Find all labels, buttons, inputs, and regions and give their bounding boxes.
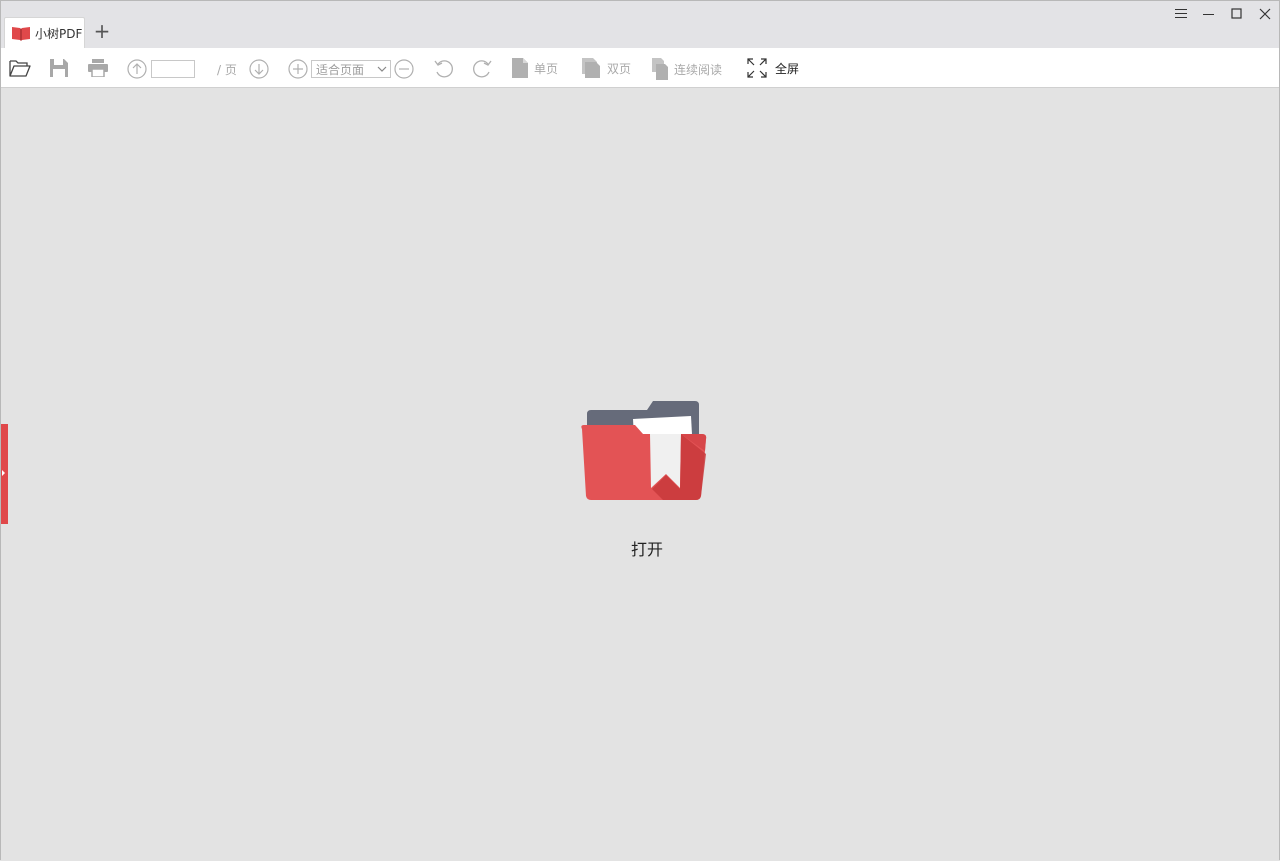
fullscreen-button[interactable]: 全屏 <box>747 58 799 78</box>
zoom-in-icon <box>288 59 308 79</box>
continuous-read-label: 连续阅读 <box>674 62 723 77</box>
arrow-up-circle-icon <box>127 59 147 79</box>
chevron-right-icon <box>2 470 5 476</box>
continuous-pages-icon <box>652 58 668 80</box>
double-page-button[interactable]: 双页 <box>581 58 631 78</box>
zoom-in-button[interactable] <box>288 59 308 79</box>
folder-bookmark-icon <box>581 401 707 500</box>
minimize-button[interactable] <box>1195 1 1223 27</box>
chevron-down-icon <box>377 66 387 72</box>
maximize-button[interactable] <box>1223 1 1251 27</box>
document-area: 打开 <box>1 88 1279 861</box>
printer-icon <box>88 59 108 77</box>
rotate-right-icon <box>473 60 492 78</box>
single-page-icon <box>512 58 528 78</box>
print-button[interactable] <box>88 59 108 77</box>
sidebar-toggle-handle[interactable] <box>1 424 8 524</box>
previous-page-button[interactable] <box>127 59 147 79</box>
window-controls <box>1167 1 1279 27</box>
rotate-right-button[interactable] <box>471 58 493 80</box>
zoom-out-button[interactable] <box>394 59 414 79</box>
open-file-area[interactable]: 打开 <box>577 398 711 559</box>
folder-open-icon <box>9 60 31 77</box>
rotate-left-button[interactable] <box>433 58 455 80</box>
double-page-label: 双页 <box>607 61 632 76</box>
new-tab-button[interactable]: + <box>91 19 113 43</box>
tab-label: 小树PDF <box>35 26 83 41</box>
single-page-button[interactable]: 单页 <box>511 58 558 78</box>
book-icon <box>11 25 31 41</box>
page-number-input[interactable] <box>151 60 195 78</box>
app-window: 小树PDF + / 页 适合页面 单页 双页 连续阅读 全屏 打开 <box>0 0 1280 861</box>
close-button[interactable] <box>1251 1 1279 27</box>
tab-document[interactable]: 小树PDF <box>4 17 85 48</box>
fullscreen-icon <box>747 58 767 78</box>
zoom-select[interactable]: 适合页面 <box>311 60 391 78</box>
fullscreen-label: 全屏 <box>775 61 800 76</box>
minimize-icon <box>1203 14 1214 15</box>
page-separator: / 页 <box>217 63 237 77</box>
open-label: 打开 <box>630 540 663 559</box>
continuous-read-button[interactable]: 连续阅读 <box>651 58 722 80</box>
zoom-select-value: 适合页面 <box>316 62 365 77</box>
rotate-left-icon <box>434 60 453 78</box>
open-file-button[interactable] <box>9 58 31 78</box>
menu-icon <box>1175 9 1187 18</box>
double-page-icon <box>582 58 600 78</box>
zoom-out-icon <box>394 59 414 79</box>
menu-button[interactable] <box>1167 1 1195 27</box>
next-page-button[interactable] <box>249 59 269 79</box>
toolbar: / 页 适合页面 单页 双页 连续阅读 全屏 <box>1 48 1279 88</box>
maximize-icon <box>1231 8 1242 19</box>
title-bar: 小树PDF + <box>1 1 1279 48</box>
arrow-down-circle-icon <box>249 59 269 79</box>
single-page-label: 单页 <box>534 61 559 76</box>
close-icon <box>1259 8 1271 20</box>
save-button[interactable] <box>49 58 69 78</box>
save-icon <box>50 59 68 77</box>
